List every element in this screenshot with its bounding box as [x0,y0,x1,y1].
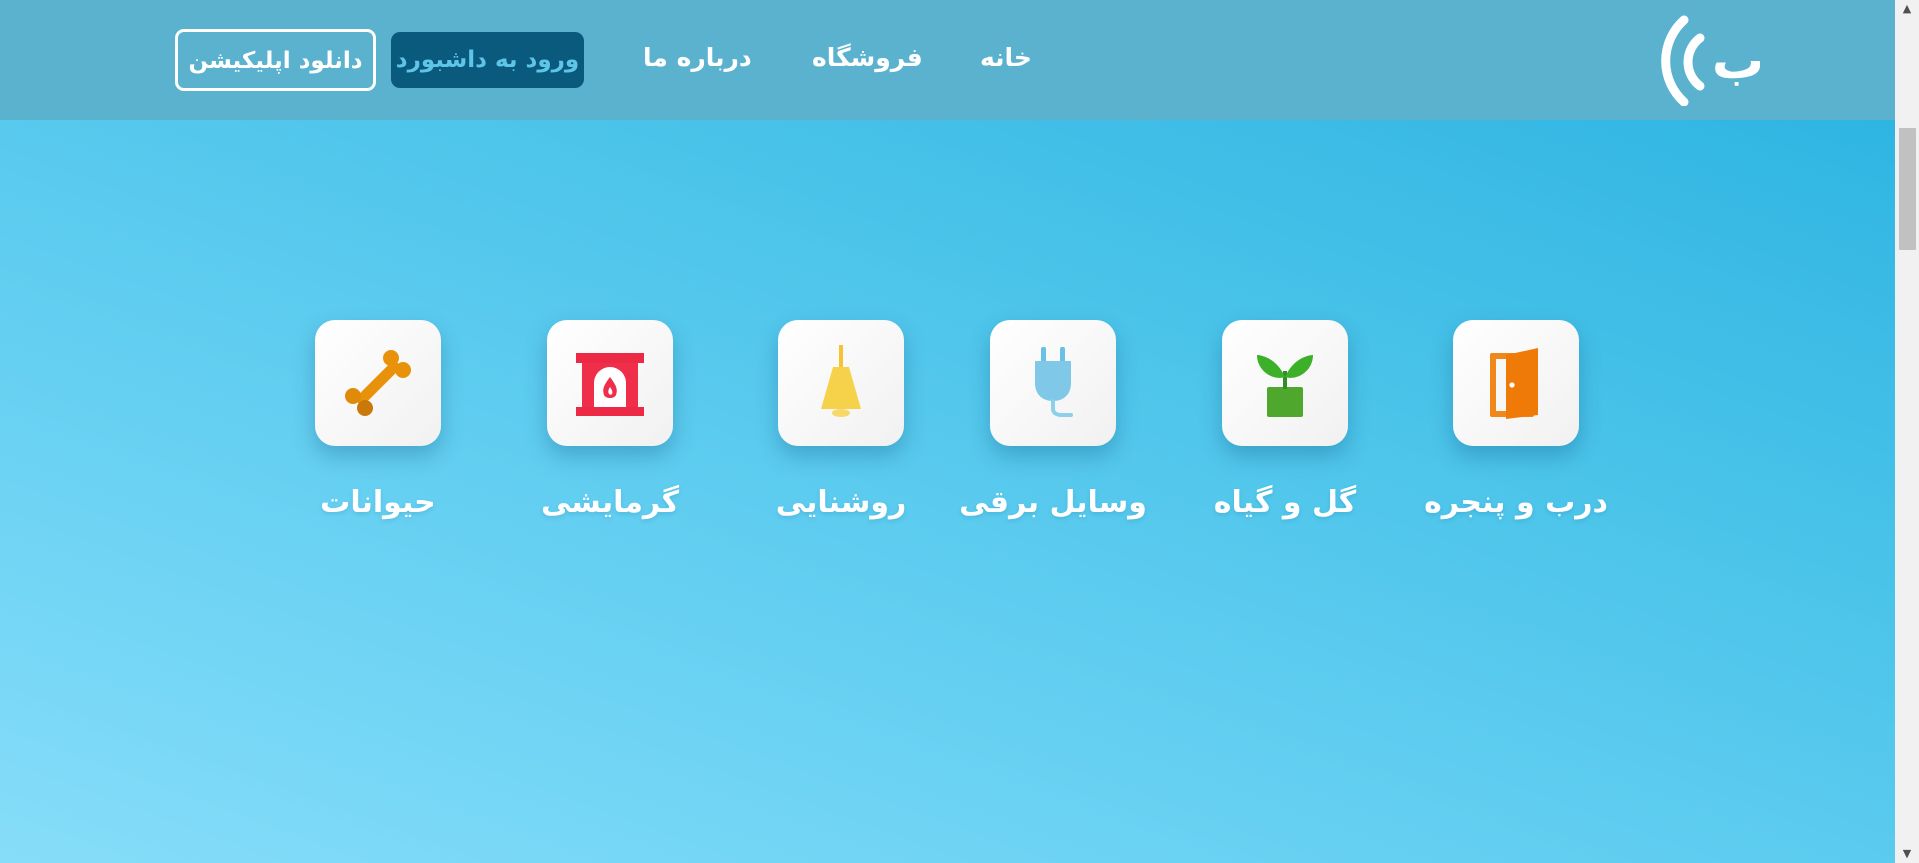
logo-letter: ب [1712,31,1760,91]
category-animals[interactable]: حیوانات [258,320,498,540]
fireplace-icon [576,353,644,416]
category-electrical[interactable]: وسایل برقی [933,320,1173,540]
category-door-window[interactable]: درب و پنجره [1396,320,1636,540]
category-tile[interactable] [778,320,904,446]
logo[interactable]: ب [1656,12,1764,107]
category-tile[interactable] [315,320,441,446]
category-heating[interactable]: گرمایشی [490,320,730,540]
category-label: درب و پنجره [1424,485,1608,520]
nav-about[interactable]: درباره ما [643,40,752,76]
category-lighting[interactable]: روشنایی [721,320,961,540]
category-tile[interactable] [1222,320,1348,446]
category-label: روشنایی [775,485,907,520]
download-app-button[interactable]: دانلود اپلیکیشن [175,29,376,91]
nav-home[interactable]: خانه [980,40,1032,76]
category-label: حیوانات [320,485,436,520]
bone-icon [345,350,411,416]
header: ب خانه فروشگاه درباره ما ورود به داشبورد… [0,0,1895,120]
plant-icon [1257,355,1313,417]
category-tile[interactable] [547,320,673,446]
scroll-down-icon[interactable]: ▼ [1895,845,1919,863]
nav-shop[interactable]: فروشگاه [812,40,923,76]
page: ب خانه فروشگاه درباره ما ورود به داشبورد… [0,0,1919,863]
bell-lamp-icon [821,345,861,417]
dashboard-button[interactable]: ورود به داشبورد [391,32,584,88]
category-label: گل و گیاه [1213,485,1357,520]
scroll-up-icon[interactable]: ▲ [1895,0,1919,18]
category-label: گرمایشی [540,485,680,520]
logo-signal-icon: ب [1661,15,1764,107]
category-tile[interactable] [990,320,1116,446]
door-icon [1490,348,1538,419]
vertical-scrollbar[interactable]: ▲ ▼ [1895,0,1919,863]
category-tile[interactable] [1453,320,1579,446]
scroll-thumb[interactable] [1899,128,1916,250]
plug-icon [1035,347,1073,417]
category-plants[interactable]: گل و گیاه [1165,320,1405,540]
category-label: وسایل برقی [959,485,1147,520]
main-area: ب خانه فروشگاه درباره ما ورود به داشبورد… [0,0,1895,863]
